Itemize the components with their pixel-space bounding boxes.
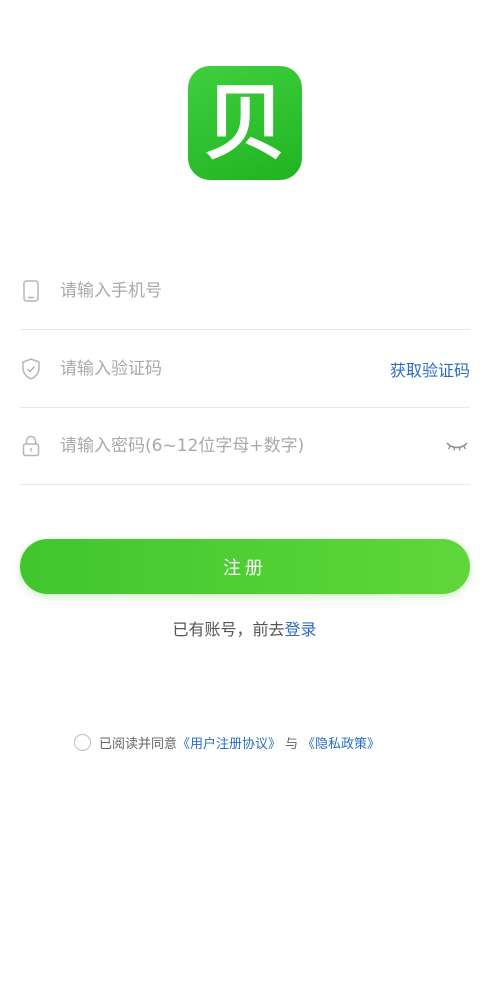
agreement-connector: 与	[285, 736, 299, 752]
phone-field	[20, 252, 470, 330]
phone-input[interactable]	[60, 280, 470, 301]
agreement-row: 已阅读并同意 《用户注册协议》 与 《隐私政策》	[74, 731, 380, 753]
login-prompt: 已有账号，前去登录	[0, 616, 489, 640]
app-logo: 贝	[188, 66, 302, 180]
login-prompt-text: 已有账号，前去	[172, 620, 285, 639]
agreement-prefix: 已阅读并同意	[99, 736, 178, 752]
register-button[interactable]: 注册	[20, 539, 470, 594]
get-code-button[interactable]: 获取验证码	[390, 357, 470, 381]
lock-icon	[20, 435, 42, 457]
password-input[interactable]	[60, 435, 444, 456]
code-input[interactable]	[60, 358, 390, 379]
logo-char: 贝	[203, 75, 286, 171]
agreement-radio[interactable]	[74, 733, 91, 751]
code-field: 获取验证码	[20, 330, 470, 408]
login-link[interactable]: 登录	[285, 620, 317, 639]
eye-closed-icon[interactable]	[444, 438, 470, 454]
user-agreement-link[interactable]: 《用户注册协议》	[177, 733, 281, 752]
phone-icon	[20, 279, 42, 302]
privacy-policy-link[interactable]: 《隐私政策》	[302, 733, 380, 752]
password-field	[20, 407, 470, 485]
shield-icon	[20, 357, 42, 380]
